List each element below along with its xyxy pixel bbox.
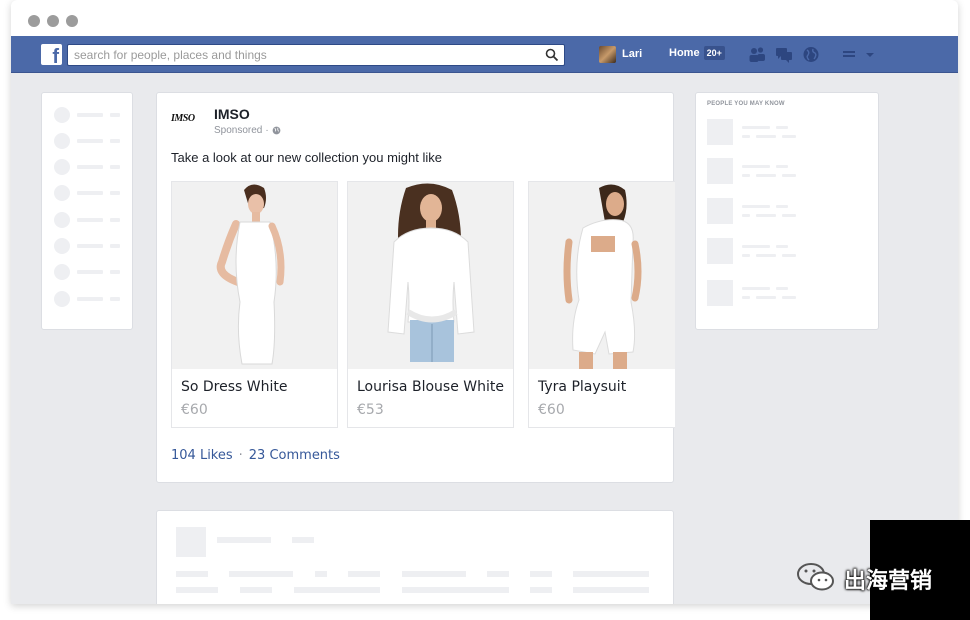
product-title[interactable]: Lourisa Blouse White: [357, 379, 504, 395]
notifications-globe-icon[interactable]: [802, 46, 820, 63]
brand-name[interactable]: IMSO: [214, 106, 250, 122]
home-link[interactable]: Home 20+: [669, 46, 725, 60]
globe-icon: [272, 126, 281, 135]
sidebar-item[interactable]: [54, 212, 120, 228]
search-icon[interactable]: [545, 48, 559, 62]
home-label: Home: [669, 47, 700, 59]
suggestion-placeholder: [707, 198, 867, 224]
sidebar-item[interactable]: [54, 291, 120, 307]
left-sidebar: [41, 92, 133, 330]
sidebar-item[interactable]: [54, 238, 120, 254]
browser-window: f Lari Home 20+: [11, 0, 958, 604]
sidebar-item[interactable]: [54, 159, 120, 175]
product-title[interactable]: Tyra Playsuit: [538, 379, 626, 395]
avatar: [599, 45, 616, 63]
sponsored-post: IMSO IMSO Sponsored · Take a look at our…: [156, 92, 675, 483]
comments-link[interactable]: 23 Comments: [249, 448, 340, 463]
people-you-may-know-panel: PEOPLE YOU MAY KNOW: [695, 92, 879, 330]
home-badge: 20+: [703, 46, 725, 60]
post-text: Take a look at our new collection you mi…: [171, 150, 442, 165]
product-image[interactable]: [529, 182, 675, 369]
profile-link[interactable]: Lari: [599, 45, 642, 63]
product-image[interactable]: [348, 182, 513, 369]
product-price: €60: [181, 402, 208, 418]
product-card[interactable]: Lourisa Blouse White €53: [347, 181, 514, 428]
facebook-logo-icon[interactable]: f: [41, 44, 62, 67]
product-price: €53: [357, 402, 384, 418]
post-stats: 104 Likes · 23 Comments: [171, 448, 340, 463]
stats-separator: ·: [238, 448, 243, 463]
suggestion-placeholder: [707, 158, 867, 184]
panel-heading: PEOPLE YOU MAY KNOW: [707, 101, 785, 107]
facebook-top-bar: f Lari Home 20+: [11, 36, 958, 73]
placeholder-post: [156, 510, 674, 604]
title-bar: [11, 0, 958, 36]
suggestion-placeholder: [707, 280, 867, 306]
post-meta: Sponsored ·: [214, 125, 281, 136]
watermark-text: 出海营销: [844, 569, 933, 594]
product-image[interactable]: [172, 182, 337, 369]
meta-separator: ·: [265, 125, 269, 136]
brand-logo[interactable]: IMSO: [171, 113, 203, 127]
minimize-window-button[interactable]: [47, 15, 59, 27]
friend-requests-icon[interactable]: [748, 46, 766, 63]
product-price: €60: [538, 402, 565, 418]
suggestion-placeholder: [707, 238, 867, 264]
settings-icon[interactable]: [841, 46, 859, 63]
likes-link[interactable]: 104 Likes: [171, 448, 233, 463]
zoom-window-button[interactable]: [66, 15, 78, 27]
search-input[interactable]: [74, 47, 534, 63]
search-box[interactable]: [67, 44, 565, 66]
messages-icon[interactable]: [775, 46, 793, 63]
product-card[interactable]: Tyra Playsuit €60: [528, 181, 675, 428]
sponsored-label[interactable]: Sponsored: [214, 125, 262, 136]
close-window-button[interactable]: [28, 15, 40, 27]
sidebar-item[interactable]: [54, 133, 120, 149]
sidebar-item[interactable]: [54, 264, 120, 280]
chevron-down-icon[interactable]: [864, 46, 876, 63]
product-title[interactable]: So Dress White: [181, 379, 288, 395]
suggestion-placeholder: [707, 119, 867, 145]
sidebar-item[interactable]: [54, 185, 120, 201]
sidebar-item[interactable]: [54, 107, 120, 123]
product-card[interactable]: So Dress White €60: [171, 181, 338, 428]
wechat-icon: [797, 563, 834, 591]
profile-name: Lari: [622, 48, 643, 60]
